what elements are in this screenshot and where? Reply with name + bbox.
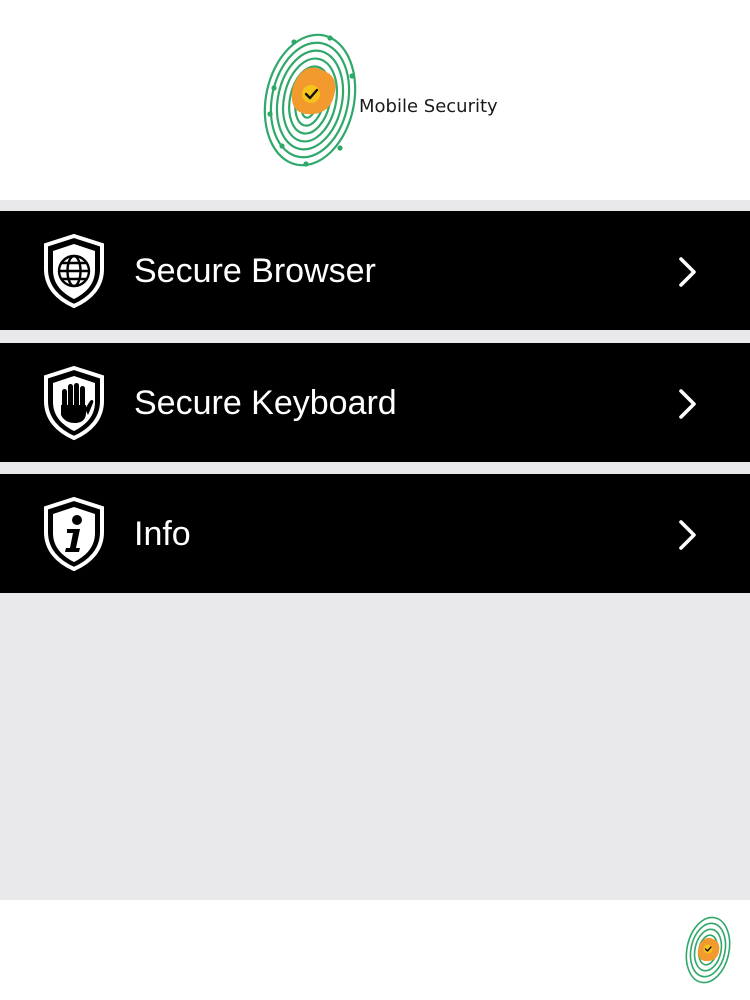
fingerprint-logo-small-icon (685, 916, 731, 984)
chevron-right-icon (679, 257, 696, 287)
chevron-right-icon (679, 389, 696, 419)
menu-item-label: Info (134, 515, 191, 553)
shield-globe-icon (44, 233, 104, 309)
shield-info-icon (44, 496, 104, 572)
menu-item-label: Secure Browser (134, 252, 376, 290)
menu-item-label: Secure Keyboard (134, 384, 397, 422)
app-footer (0, 900, 750, 1000)
app-logo: Mobile Security (262, 28, 502, 173)
menu-item-secure-keyboard[interactable]: Secure Keyboard (0, 343, 750, 462)
menu-item-secure-browser[interactable]: Secure Browser (0, 211, 750, 330)
app-header: Mobile Security (0, 0, 750, 200)
logo-title: Mobile Security (359, 96, 498, 117)
fingerprint-logo-icon (263, 33, 357, 167)
menu-item-info[interactable]: Info (0, 474, 750, 593)
chevron-right-icon (679, 520, 696, 550)
shield-hand-icon (44, 365, 104, 441)
